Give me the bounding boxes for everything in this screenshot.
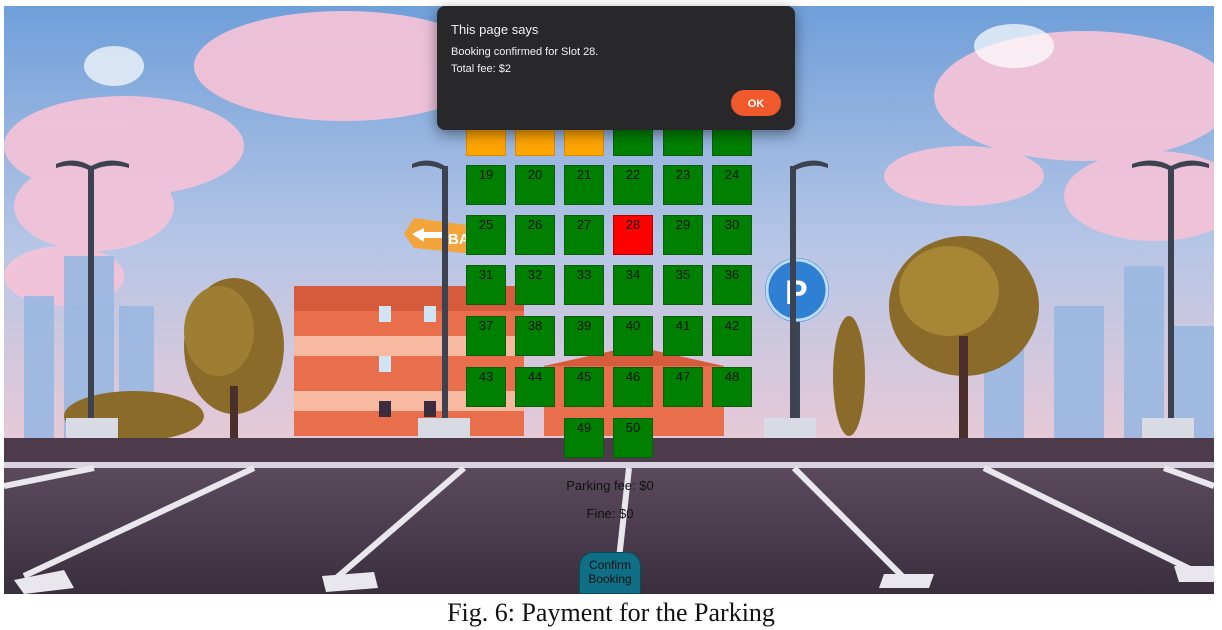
parking-slot[interactable]: 22 xyxy=(613,165,653,205)
dialog-message-line1: Booking confirmed for Slot 28. xyxy=(451,46,599,58)
fine-text: Fine: $0 xyxy=(586,506,634,521)
parking-slot[interactable]: 45 xyxy=(564,367,604,407)
parking-slot[interactable]: 30 xyxy=(712,215,752,255)
svg-text:P: P xyxy=(785,274,808,312)
parking-slot[interactable]: 28 xyxy=(613,215,653,255)
parking-slot[interactable]: 40 xyxy=(613,316,653,356)
parking-slot[interactable]: 43 xyxy=(466,367,506,407)
confirm-booking-line2: Booking xyxy=(588,572,632,586)
dialog-message-line2: Total fee: $2 xyxy=(451,63,511,75)
parking-slot[interactable]: 26 xyxy=(515,215,555,255)
parking-slot[interactable]: 29 xyxy=(663,215,703,255)
alert-dialog: This page says Booking confirmed for Slo… xyxy=(437,6,795,130)
parking-slot[interactable]: 32 xyxy=(515,265,555,305)
parking-slot[interactable]: 21 xyxy=(564,165,604,205)
parking-slot[interactable]: 42 xyxy=(712,316,752,356)
parking-slot[interactable]: 25 xyxy=(466,215,506,255)
confirm-booking-button[interactable]: Confirm Booking xyxy=(579,552,641,594)
parking-slot[interactable]: 36 xyxy=(712,265,752,305)
dialog-title: This page says xyxy=(451,22,539,37)
parking-slot[interactable]: 35 xyxy=(663,265,703,305)
parking-slot[interactable]: 39 xyxy=(564,316,604,356)
parking-slot[interactable]: 44 xyxy=(515,367,555,407)
parking-slot[interactable]: 27 xyxy=(564,215,604,255)
parking-slot[interactable]: 31 xyxy=(466,265,506,305)
parking-slot[interactable]: 37 xyxy=(466,316,506,356)
ok-button[interactable]: OK xyxy=(731,90,781,116)
parking-slot[interactable]: 23 xyxy=(663,165,703,205)
parking-slot[interactable]: 34 xyxy=(613,265,653,305)
parking-slot[interactable]: 46 xyxy=(613,367,653,407)
confirm-booking-line1: Confirm xyxy=(588,558,631,572)
parking-slot[interactable]: 19 xyxy=(466,165,506,205)
parking-slot[interactable]: 41 xyxy=(663,316,703,356)
figure-caption: Fig. 6: Payment for the Parking xyxy=(447,598,775,627)
parking-slot[interactable]: 50 xyxy=(613,418,653,458)
parking-slot[interactable]: 38 xyxy=(515,316,555,356)
parking-slot[interactable]: 24 xyxy=(712,165,752,205)
parking-fee-text: Parking fee: $0 xyxy=(566,478,654,493)
parking-slot[interactable]: 48 xyxy=(712,367,752,407)
parking-slot[interactable]: 49 xyxy=(564,418,604,458)
parking-slot[interactable]: 33 xyxy=(564,265,604,305)
parking-slot[interactable]: 47 xyxy=(663,367,703,407)
parking-slot[interactable]: 20 xyxy=(515,165,555,205)
